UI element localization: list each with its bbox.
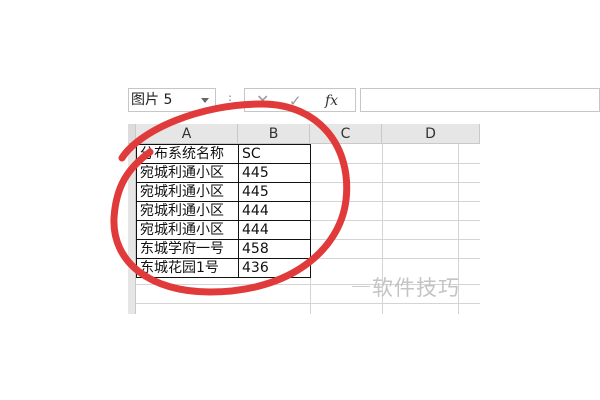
cell-a3[interactable]: 宛城利通小区 — [138, 183, 238, 202]
enter-icon[interactable]: ✓ — [289, 91, 302, 111]
watermark-text: 软件技巧 — [372, 276, 460, 300]
table-border — [136, 220, 311, 221]
cell-b7[interactable]: 436 — [240, 259, 310, 278]
column-header-c[interactable]: C — [310, 124, 382, 144]
drag-handle-icon[interactable]: ⋮ — [224, 91, 236, 109]
column-header-a[interactable]: A — [136, 124, 238, 144]
cell-a4[interactable]: 宛城利通小区 — [138, 202, 238, 221]
name-box-value: 图片 5 — [131, 92, 173, 108]
gridline — [310, 163, 480, 164]
cell-b6[interactable]: 458 — [240, 240, 310, 259]
column-header-d[interactable]: D — [382, 124, 480, 144]
formula-bar: 图片 5 ⋮ ✕ ✓ fx — [128, 88, 600, 114]
gridline — [310, 239, 480, 240]
formula-buttons: ✕ ✓ fx — [244, 88, 356, 112]
table-border — [136, 201, 311, 202]
cell-a5[interactable]: 宛城利通小区 — [138, 221, 238, 240]
gridline — [136, 303, 480, 304]
cell-b5[interactable]: 444 — [240, 221, 310, 240]
cell-a7[interactable]: 东城花园1号 — [138, 259, 238, 278]
cell-a2[interactable]: 宛城利通小区 — [138, 164, 238, 183]
dropdown-arrow-icon[interactable] — [201, 98, 209, 103]
insert-function-icon[interactable]: fx — [325, 90, 338, 112]
row-header-strip[interactable] — [128, 144, 136, 314]
table-border — [136, 239, 311, 240]
select-all-corner[interactable] — [128, 124, 136, 144]
table-border — [136, 258, 311, 259]
table-border — [136, 182, 311, 183]
table-border — [136, 163, 311, 164]
gridline — [310, 144, 311, 314]
cell-a1[interactable]: 分布系统名称 — [138, 145, 238, 164]
column-header-b[interactable]: B — [238, 124, 310, 144]
gridline — [310, 201, 480, 202]
cancel-icon[interactable]: ✕ — [256, 91, 269, 111]
cell-b3[interactable]: 445 — [240, 183, 310, 202]
cell-b1[interactable]: SC — [240, 145, 310, 164]
gridline — [310, 220, 480, 221]
spreadsheet-screenshot: 图片 5 ⋮ ✕ ✓ fx A B C D 分布系统名称 SC 宛城利通小区 4… — [0, 0, 600, 400]
cell-a6[interactable]: 东城学府一号 — [138, 240, 238, 259]
name-box[interactable]: 图片 5 — [128, 88, 216, 112]
formula-input[interactable] — [360, 88, 600, 112]
cell-b2[interactable]: 445 — [240, 164, 310, 183]
gridline — [310, 258, 480, 259]
watermark-line — [352, 286, 370, 287]
cell-b4[interactable]: 444 — [240, 202, 310, 221]
gridline — [310, 182, 480, 183]
